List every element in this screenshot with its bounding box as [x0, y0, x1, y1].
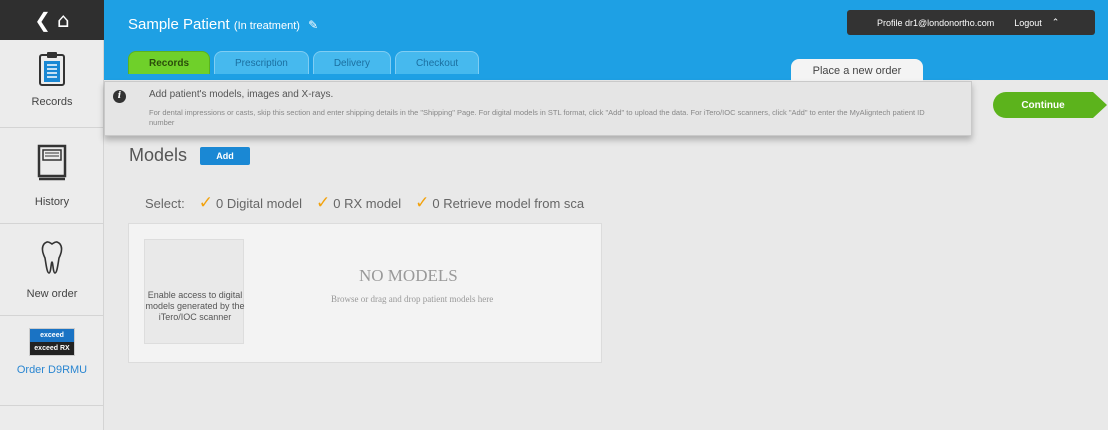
itero-card-text: Enable access to digital models generate… — [145, 290, 245, 322]
select-rx-model[interactable]: ✓ 0 RX model — [316, 193, 401, 213]
continue-button[interactable]: Continue — [993, 92, 1107, 118]
exceed-logo-bottom: exceed RX — [30, 342, 74, 355]
profile-bar: Profile dr1@londonortho.com Logout ⌃ — [847, 10, 1095, 35]
exceed-logo: exceed exceed RX — [29, 328, 75, 356]
patient-status: (In treatment) — [233, 20, 300, 32]
tab-delivery[interactable]: Delivery — [312, 51, 391, 74]
notice-body: For dental impressions or casts, skip th… — [149, 108, 925, 127]
sidebar: ❮ ⌂ Records History New order exceed exc… — [0, 0, 104, 430]
no-models-title: NO MODELS — [359, 266, 458, 285]
itero-card[interactable]: Enable access to digital models generate… — [144, 239, 245, 344]
check-icon: ✓ — [316, 193, 331, 213]
sidebar-top-bar: ❮ ⌂ — [0, 0, 104, 40]
profile-link[interactable]: Profile dr1@londonortho.com — [877, 18, 994, 28]
check-icon: ✓ — [415, 193, 430, 213]
select-row: Select: ✓ 0 Digital model ✓ 0 RX model ✓… — [145, 193, 584, 213]
sidebar-item-records[interactable]: Records — [0, 40, 104, 128]
add-model-button[interactable]: Add — [200, 147, 250, 165]
chevron-up-icon[interactable]: ⌃ — [1052, 17, 1060, 28]
sidebar-item-order[interactable]: exceed exceed RX Order D9RMU — [0, 316, 104, 406]
info-icon: i — [113, 90, 126, 103]
option-label: 0 Retrieve model from sca — [432, 195, 585, 211]
sidebar-item-label: New order — [26, 288, 78, 300]
option-label: 0 RX model — [333, 195, 402, 211]
header: Sample Patient (In treatment) ✎ Profile … — [104, 0, 1108, 83]
models-drop-area[interactable]: Enable access to digital models generate… — [128, 223, 602, 363]
logout-button[interactable]: Logout — [1014, 18, 1042, 28]
tab-prescription[interactable]: Prescription — [214, 51, 309, 74]
tab-checkout[interactable]: Checkout — [394, 51, 480, 74]
tab-records[interactable]: Records — [128, 51, 211, 74]
patient-name: Sample Patient — [128, 16, 230, 33]
info-notice: i Add patient's models, images and X-ray… — [104, 81, 972, 136]
notice-title: Add patient's models, images and X-rays. — [149, 89, 334, 100]
tooth-icon — [41, 241, 63, 274]
sidebar-item-label: Records — [31, 96, 73, 108]
edit-pencil-icon[interactable]: ✎ — [308, 18, 318, 32]
sidebar-item-label: History — [34, 196, 70, 208]
models-heading: Models — [129, 145, 188, 165]
select-label: Select: — [145, 195, 185, 211]
clipboard-icon — [39, 52, 65, 86]
select-retrieve-model[interactable]: ✓ 0 Retrieve model from sca — [415, 193, 584, 213]
place-new-order-tab[interactable]: Place a new order — [791, 59, 923, 83]
step-tabs: Records Prescription Delivery Checkout — [128, 51, 480, 74]
sidebar-item-history[interactable]: History — [0, 128, 104, 224]
exceed-logo-top: exceed — [30, 329, 74, 342]
select-digital-model[interactable]: ✓ 0 Digital model — [199, 193, 302, 213]
no-models-subtitle: Browse or drag and drop patient models h… — [331, 294, 494, 304]
option-label: 0 Digital model — [216, 195, 302, 211]
home-icon[interactable]: ⌂ — [57, 8, 70, 32]
back-chevron-icon[interactable]: ❮ — [34, 8, 51, 32]
book-icon — [37, 144, 67, 181]
patient-title: Sample Patient (In treatment) ✎ — [128, 16, 318, 33]
check-icon: ✓ — [198, 193, 213, 213]
sidebar-item-new-order[interactable]: New order — [0, 224, 104, 316]
order-link[interactable]: Order D9RMU — [17, 364, 87, 376]
